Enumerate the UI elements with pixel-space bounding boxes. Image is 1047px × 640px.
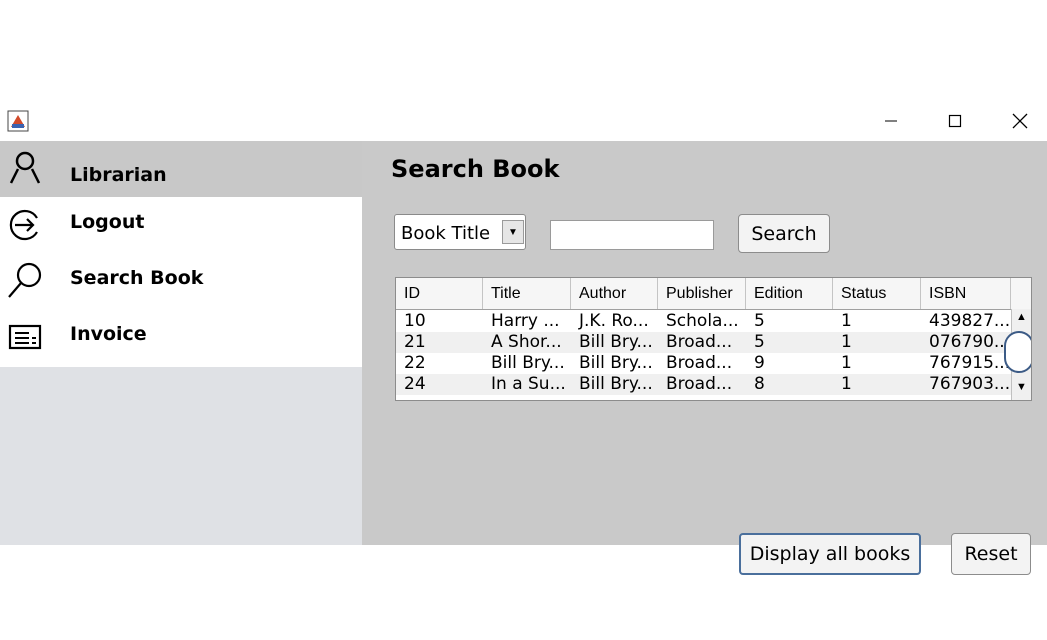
table-row[interactable]: 22 Bill Bry... Bill Bry... Broad... 9 1 … xyxy=(396,353,1011,374)
invoice-icon xyxy=(7,319,43,355)
main-panel: Search Book Book Title ▼ Search ID Title… xyxy=(362,141,1047,575)
books-table: ID Title Author Publisher Edition Status… xyxy=(395,277,1032,401)
minimize-icon xyxy=(885,120,897,122)
cell-id: 22 xyxy=(404,353,426,373)
table-header: ID Title Author Publisher Edition Status… xyxy=(396,278,1031,310)
sidebar: Librarian Logout Search Book Invoice xyxy=(0,141,362,545)
minimize-button[interactable] xyxy=(868,107,914,135)
display-all-books-button[interactable]: Display all books xyxy=(739,533,921,575)
cell-edition: 8 xyxy=(754,374,765,394)
cell-title: A Shor... xyxy=(491,332,562,352)
search-filter-dropdown[interactable]: Book Title ▼ xyxy=(394,214,526,250)
sidebar-item-label: Invoice xyxy=(70,323,147,345)
table-row[interactable]: 10 Harry ... J.K. Ro... Schola... 5 1 43… xyxy=(396,311,1011,332)
cell-isbn: 439827... xyxy=(929,311,1011,331)
chevron-down-icon[interactable]: ▼ xyxy=(502,220,524,244)
search-icon xyxy=(7,261,43,298)
cell-publisher: Broad... xyxy=(666,353,733,373)
sidebar-item-logout[interactable]: Logout xyxy=(0,197,362,247)
cell-author: Bill Bry... xyxy=(579,353,653,373)
sidebar-item-label: Search Book xyxy=(70,267,204,289)
cell-edition: 9 xyxy=(754,353,765,373)
cell-author: Bill Bry... xyxy=(579,374,653,394)
table-row[interactable]: 21 A Shor... Bill Bry... Broad... 5 1 07… xyxy=(396,332,1011,353)
cell-edition: 5 xyxy=(754,332,765,352)
reset-button[interactable]: Reset xyxy=(951,533,1031,575)
cell-author: J.K. Ro... xyxy=(579,311,649,331)
cell-id: 21 xyxy=(404,332,426,352)
sidebar-item-label: Logout xyxy=(70,211,145,233)
scroll-down-arrow-icon[interactable]: ▼ xyxy=(1016,381,1027,393)
app-window: Librarian Logout Search Book Invoice Sea… xyxy=(0,101,1047,575)
logout-icon xyxy=(7,207,43,243)
sidebar-item-invoice[interactable]: Invoice xyxy=(0,309,362,359)
column-header-author[interactable]: Author xyxy=(571,278,658,309)
cell-id: 24 xyxy=(404,374,426,394)
title-bar xyxy=(0,101,1047,141)
cell-publisher: Schola... xyxy=(666,311,739,331)
cell-author: Bill Bry... xyxy=(579,332,653,352)
sidebar-item-search-book[interactable]: Search Book xyxy=(0,253,362,303)
cell-isbn: 767903... xyxy=(929,374,1011,394)
search-filter-value: Book Title xyxy=(401,223,491,244)
close-icon xyxy=(1012,113,1028,129)
cell-isbn: 767915... xyxy=(929,353,1011,373)
column-header-title[interactable]: Title xyxy=(483,278,571,309)
page-title: Search Book xyxy=(391,155,560,183)
table-row[interactable]: 24 In a Su... Bill Bry... Broad... 8 1 7… xyxy=(396,374,1011,395)
column-header-isbn[interactable]: ISBN xyxy=(921,278,1011,309)
column-header-status[interactable]: Status xyxy=(833,278,921,309)
close-button[interactable] xyxy=(997,107,1043,135)
sidebar-user-label: Librarian xyxy=(70,164,167,186)
sidebar-user-header: Librarian xyxy=(0,141,362,197)
maximize-icon xyxy=(948,114,962,128)
cell-publisher: Broad... xyxy=(666,374,733,394)
cell-id: 10 xyxy=(404,311,426,331)
cell-title: Harry ... xyxy=(491,311,560,331)
scroll-up-arrow-icon[interactable]: ▲ xyxy=(1016,311,1027,323)
java-app-icon xyxy=(7,110,29,132)
cell-status: 1 xyxy=(841,332,852,352)
cell-title: Bill Bry... xyxy=(491,353,565,373)
cell-publisher: Broad... xyxy=(666,332,733,352)
cell-title: In a Su... xyxy=(491,374,566,394)
search-input[interactable] xyxy=(550,220,714,250)
cell-status: 1 xyxy=(841,353,852,373)
scrollbar-thumb[interactable] xyxy=(1004,331,1031,373)
column-header-edition[interactable]: Edition xyxy=(746,278,833,309)
cell-status: 1 xyxy=(841,374,852,394)
cell-edition: 5 xyxy=(754,311,765,331)
maximize-button[interactable] xyxy=(932,107,978,135)
cell-isbn: 076790... xyxy=(929,332,1011,352)
sidebar-menu: Logout Search Book Invoice xyxy=(0,197,362,367)
search-button[interactable]: Search xyxy=(738,214,830,253)
user-icon xyxy=(7,150,43,186)
table-scrollbar[interactable]: ▲ ▼ xyxy=(1004,309,1031,400)
column-header-publisher[interactable]: Publisher xyxy=(658,278,746,309)
cell-status: 1 xyxy=(841,311,852,331)
column-header-id[interactable]: ID xyxy=(396,278,483,309)
